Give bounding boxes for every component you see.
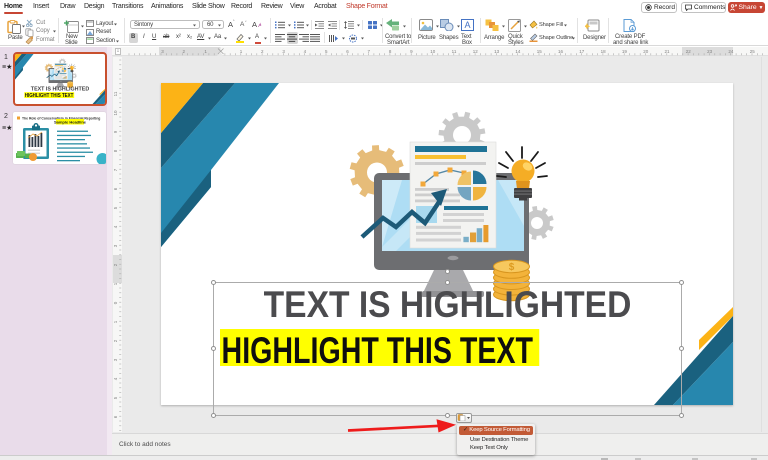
svg-text:25: 25 [750,49,756,54]
svg-text:3: 3 [282,49,285,54]
svg-text:3: 3 [113,244,118,247]
svg-text:7: 7 [113,168,118,171]
svg-text:13: 13 [494,49,500,54]
svg-text:12: 12 [473,49,479,54]
svg-text:5: 5 [113,396,118,399]
svg-text:20: 20 [643,49,649,54]
svg-text:4: 4 [113,377,118,380]
svg-text:1: 1 [240,49,243,54]
svg-text:6: 6 [113,187,118,190]
svg-text:A: A [464,20,470,30]
svg-text:19: 19 [622,49,628,54]
svg-text:Sample Headline: Sample Headline [54,119,87,124]
svg-text:6: 6 [113,415,118,418]
svg-text:5: 5 [113,206,118,209]
svg-text:4: 4 [113,225,118,228]
svg-text:18: 18 [601,49,607,54]
svg-text:15: 15 [537,49,543,54]
svg-text:24: 24 [728,49,734,54]
svg-text:17: 17 [579,49,585,54]
svg-text:8: 8 [113,149,118,152]
svg-text:11: 11 [452,49,457,54]
svg-text:HIGHLIGHT THIS TEXT: HIGHLIGHT THIS TEXT [25,93,74,99]
svg-text:21: 21 [664,49,670,54]
svg-text:8: 8 [389,49,392,54]
svg-text:14: 14 [515,49,521,54]
svg-text:11: 11 [113,91,118,96]
svg-text:23: 23 [707,49,713,54]
svg-text:9: 9 [410,49,413,54]
svg-text:7: 7 [368,49,371,54]
svg-text:4: 4 [304,49,307,54]
svg-text:10: 10 [430,49,436,54]
svg-text:6: 6 [346,49,349,54]
svg-text:TEXT IS HIGHLIGHTED: TEXT IS HIGHLIGHTED [31,86,90,92]
svg-text:2: 2 [113,339,118,342]
svg-text:2: 2 [261,49,264,54]
svg-text:1: 1 [113,320,118,323]
svg-text:3: 3 [113,358,118,361]
svg-text:16: 16 [558,49,564,54]
svg-text:9: 9 [113,130,118,133]
svg-text:22: 22 [686,49,692,54]
svg-text:0: 0 [113,301,118,304]
svg-text:10: 10 [113,110,118,116]
svg-text:5: 5 [325,49,328,54]
